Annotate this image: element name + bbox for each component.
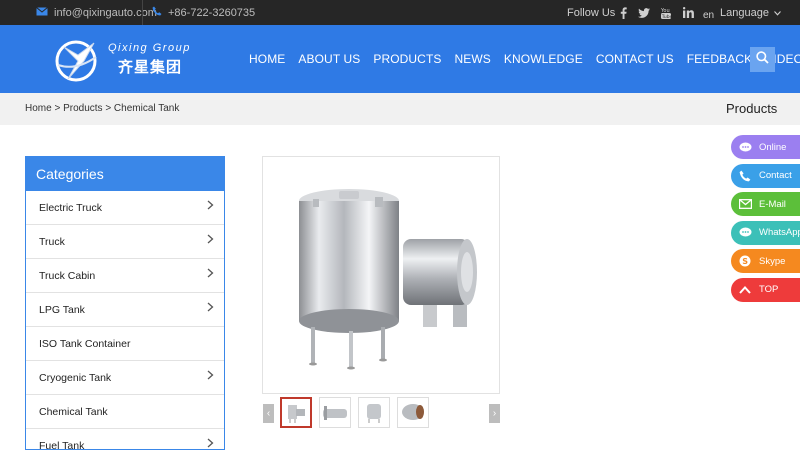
category-item[interactable]: Cryogenic Tank <box>26 361 224 395</box>
nav-products[interactable]: PRODUCTS <box>373 52 441 66</box>
thumbnail-4[interactable] <box>397 397 429 428</box>
svg-text:S: S <box>742 257 748 266</box>
facebook-icon[interactable] <box>620 0 627 25</box>
follow-text: Follow Us <box>567 6 616 19</box>
category-item[interactable]: Truck <box>26 225 224 259</box>
category-item[interactable]: LPG Tank <box>26 293 224 327</box>
chevron-right-icon: › <box>492 408 497 419</box>
categories-title: Categories <box>26 156 224 191</box>
phone-icon <box>152 6 162 19</box>
follow-us-label: Follow Us <box>567 0 615 25</box>
nav-home[interactable]: HOME <box>249 52 285 66</box>
floating-label: E-Mail <box>759 198 786 210</box>
category-item[interactable]: Fuel Tank <box>26 429 224 450</box>
divider <box>142 0 143 25</box>
chevron-right-icon[interactable] <box>207 197 214 213</box>
floating-label: Contact <box>759 170 792 181</box>
categories-list: Electric Truck Truck Truck Cabin LPG Tank IS… <box>26 191 224 450</box>
category-label[interactable]: Cryogenic Tank <box>39 372 111 384</box>
floating-label: Online <box>759 141 787 153</box>
category-label[interactable]: LPG Tank <box>39 304 85 316</box>
floating-contact-button[interactable]: Contact <box>731 163 800 188</box>
category-label[interactable]: Electric Truck <box>39 202 102 214</box>
floating-skype-button[interactable]: S Skype <box>731 249 800 273</box>
floating-label: TOP <box>759 284 779 295</box>
thumbnail-tank-icon <box>323 406 347 420</box>
category-label[interactable]: Chemical Tank <box>39 406 108 418</box>
breadcrumb[interactable]: Home > Products > Chemical Tank <box>25 103 179 114</box>
thumbnail-2[interactable] <box>319 397 351 428</box>
phone-text[interactable]: +86-722-3260735 <box>168 7 255 19</box>
mail-icon <box>731 199 759 209</box>
envelope-icon <box>36 6 48 19</box>
category-item[interactable]: ISO Tank Container <box>26 327 224 361</box>
nav-contact-us[interactable]: CONTACT US <box>596 52 674 66</box>
category-label[interactable]: Truck Cabin <box>39 270 95 282</box>
chevron-left-icon: ‹ <box>266 408 271 419</box>
search-icon <box>756 50 769 69</box>
chevron-right-icon[interactable] <box>207 435 214 449</box>
top-bar: info@qixingauto.com +86-722-3260735 Foll… <box>0 0 800 25</box>
thumbnail-tank-icon <box>367 404 381 423</box>
thumb-prev-button[interactable]: ‹ <box>263 404 274 423</box>
lang-code-text[interactable]: en <box>703 10 714 21</box>
logo-text-en[interactable]: Qixing Group <box>108 42 191 54</box>
category-item[interactable]: Electric Truck <box>26 191 224 225</box>
category-label[interactable]: ISO Tank Container <box>39 338 130 350</box>
product-main-image[interactable] <box>262 156 500 394</box>
arrow-up-icon <box>731 285 759 294</box>
skype-icon: S <box>731 255 759 267</box>
section-title: Products <box>726 101 778 116</box>
nav-news[interactable]: NEWS <box>454 52 490 66</box>
thumb-next-button[interactable]: › <box>489 404 500 423</box>
thumbnail-tank-icon <box>288 405 305 423</box>
chevron-right-icon[interactable] <box>207 299 214 315</box>
youtube-icon[interactable]: You Tube <box>661 0 671 25</box>
language-text[interactable]: Language <box>720 7 769 19</box>
floating-label: WhatsApp <box>759 227 800 238</box>
category-item[interactable]: Truck Cabin <box>26 259 224 293</box>
floating-whatsapp-button[interactable]: WhatsApp <box>731 220 800 245</box>
main-nav: HOME ABOUT US PRODUCTS NEWS KNOWLEDGE CO… <box>249 25 800 93</box>
chevron-right-icon[interactable] <box>207 231 214 247</box>
category-label[interactable]: Fuel Tank <box>39 440 84 450</box>
thumbnail-1[interactable] <box>280 397 312 428</box>
floating-top-button[interactable]: TOP <box>731 277 800 302</box>
chevron-right-icon[interactable] <box>207 265 214 281</box>
thumbnail-3[interactable] <box>358 397 390 428</box>
floating-email-button[interactable]: E-Mail <box>731 192 800 216</box>
linkedin-icon[interactable] <box>683 0 694 25</box>
search-button[interactable] <box>750 47 775 72</box>
language-code[interactable]: en <box>703 0 714 25</box>
nav-about-us[interactable]: ABOUT US <box>298 52 360 66</box>
chat-icon <box>731 142 759 153</box>
logo-text-cn[interactable]: 齐星集团 <box>118 56 182 77</box>
nav-feedback[interactable]: FEEDBACK <box>687 52 752 66</box>
categories-panel: Categories Electric Truck Truck Truck Cabi… <box>25 156 225 450</box>
chevron-down-icon <box>774 7 781 19</box>
twitter-icon[interactable] <box>638 0 650 25</box>
category-item[interactable]: Chemical Tank <box>26 395 224 429</box>
logo-mark-icon[interactable] <box>50 35 102 83</box>
floating-label: Skype <box>759 255 786 267</box>
nav-knowledge[interactable]: KNOWLEDGE <box>504 52 583 66</box>
header: Qixing Group 齐星集团 HOME ABOUT US PRODUCTS… <box>0 25 800 93</box>
category-label[interactable]: Truck <box>39 236 65 248</box>
phone-icon <box>731 170 759 182</box>
thumbnail-tank-icon <box>402 404 424 420</box>
svg-text:Tube: Tube <box>661 14 671 19</box>
phone-contact[interactable]: +86-722-3260735 <box>152 0 255 25</box>
floating-online-button[interactable]: Online <box>731 135 800 159</box>
email-contact[interactable]: info@qixingauto.com <box>36 0 157 25</box>
whatsapp-icon <box>731 227 759 238</box>
breadcrumb-bar: Home > Products > Chemical Tank Products <box>0 93 800 125</box>
language-selector[interactable]: Language <box>720 0 781 25</box>
tank-illustration <box>299 189 477 370</box>
chevron-right-icon[interactable] <box>207 367 214 383</box>
